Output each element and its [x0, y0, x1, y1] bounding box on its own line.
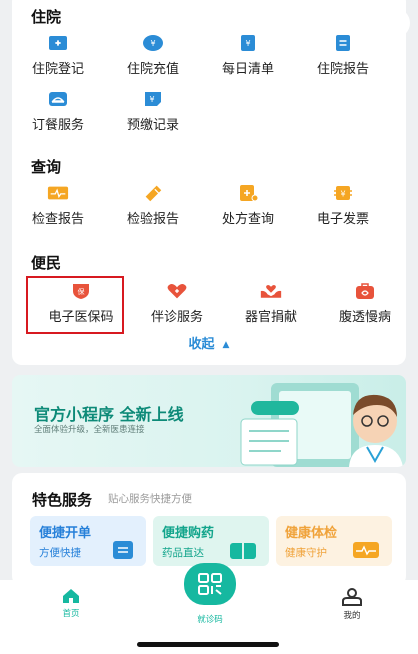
- grid-item-label: 器官捐献: [244, 310, 297, 325]
- tab-label: 我的: [343, 611, 361, 621]
- grid-item-label: 订餐服务: [31, 118, 84, 133]
- svg-text:¥: ¥: [340, 190, 345, 199]
- home-indicator: [137, 642, 279, 647]
- tile-title: 便捷购药: [162, 526, 215, 541]
- invoice-icon: ¥: [332, 184, 354, 202]
- meal-bowl-icon: [47, 90, 69, 108]
- svg-text:¥: ¥: [149, 95, 154, 104]
- grid-item-label: 住院报告: [316, 62, 369, 77]
- grid-item-meal-service[interactable]: 订餐服务: [13, 88, 103, 138]
- tab-home[interactable]: 首页: [31, 588, 111, 619]
- tile-quick-order[interactable]: 便捷开单 方便快捷: [30, 516, 146, 566]
- companion-heart-icon: [166, 282, 188, 300]
- grid-item-inpatient-report[interactable]: 住院报告: [298, 32, 388, 82]
- yen-shield-icon: ¥: [142, 34, 164, 52]
- tile-health-checkup[interactable]: 健康体检 健康守护: [276, 516, 392, 566]
- tab-label: 首页: [62, 609, 80, 619]
- banner-illustration-icon: [240, 383, 403, 467]
- tile-title: 健康体检: [285, 526, 338, 541]
- tile-title: 便捷开单: [39, 526, 92, 541]
- grid-item-e-invoice[interactable]: ¥ 电子发票: [298, 182, 388, 232]
- pill-box-icon: [229, 540, 257, 564]
- grid-item-exam-report[interactable]: 检查报告: [13, 182, 103, 232]
- grid-item-inpatient-recharge[interactable]: ¥ 住院充值: [108, 32, 198, 82]
- grid-item-prescription-query[interactable]: 处方查询: [203, 182, 293, 232]
- svg-text:¥: ¥: [150, 39, 155, 48]
- chevron-up-icon: ▲: [222, 340, 230, 350]
- grid-item-label: 伴诊服务: [150, 310, 203, 325]
- grid-item-daily-list[interactable]: ¥ 每日清单: [203, 32, 293, 82]
- featured-subtitle: 贴心服务快捷方便: [108, 493, 192, 505]
- tile-quick-pharmacy[interactable]: 便捷购药 药品直达: [153, 516, 269, 566]
- grid-item-label: 腹透慢病: [338, 310, 391, 325]
- banner-subtitle: 全面体验升级，全新医患连接: [34, 425, 145, 435]
- grid-item-label: 住院充值: [126, 62, 179, 77]
- section-title-convenience: 便民: [31, 254, 62, 272]
- grid-item-label: 检查报告: [31, 212, 84, 227]
- grid-item-dialysis-chronic[interactable]: 腹透慢病: [320, 280, 410, 330]
- donation-hands-icon: [260, 282, 282, 300]
- section-title-query: 查询: [31, 158, 62, 176]
- section-title-inpatient: 住院: [31, 8, 62, 26]
- home-icon: [63, 589, 79, 603]
- promo-banner[interactable]: 官方小程序 全新上线 全面体验升级，全新医患连接: [12, 375, 406, 467]
- qr-code-icon: [198, 573, 222, 595]
- grid-item-label: 检验报告: [126, 212, 179, 227]
- grid-item-lab-report[interactable]: 检验报告: [108, 182, 198, 232]
- plus-card-icon: [47, 34, 69, 52]
- user-icon: [342, 588, 362, 606]
- grid-item-label: 处方查询: [221, 212, 274, 227]
- featured-title: 特色服务: [32, 491, 93, 509]
- svg-text:¥: ¥: [245, 39, 250, 48]
- list-doc-icon: [112, 540, 134, 564]
- test-tube-icon: [142, 184, 164, 202]
- grid-item-inpatient-registration[interactable]: 住院登记: [13, 32, 103, 82]
- grid-item-label: 每日清单: [221, 62, 274, 77]
- yen-note-icon: ¥: [142, 90, 164, 108]
- medical-kit-icon: [354, 282, 376, 300]
- grid-item-prepay-records[interactable]: ¥ 预缴记录: [108, 88, 198, 138]
- tab-visit-code[interactable]: 就诊码: [170, 610, 250, 625]
- grid-item-companion-service[interactable]: 伴诊服务: [132, 280, 222, 330]
- grid-item-label: 预缴记录: [126, 118, 179, 133]
- ecg-icon: [47, 184, 69, 202]
- visit-code-qr-button[interactable]: [184, 563, 236, 605]
- tab-mine[interactable]: 我的: [312, 588, 392, 621]
- grid-item-label: 电子发票: [316, 212, 369, 227]
- prescription-icon: [237, 184, 259, 202]
- collapse-button[interactable]: 收起 ▲: [0, 333, 418, 352]
- tab-label: 就诊码: [197, 615, 223, 625]
- grid-item-label: 住院登记: [31, 62, 84, 77]
- highlight-box: [26, 276, 124, 334]
- yen-doc-icon: ¥: [237, 34, 259, 52]
- ecg-monitor-icon: [352, 540, 380, 564]
- grid-item-organ-donation[interactable]: 器官捐献: [226, 280, 316, 330]
- banner-title: 官方小程序 全新上线: [34, 405, 184, 424]
- collapse-label: 收起: [188, 337, 215, 352]
- list-doc-icon: [332, 34, 354, 52]
